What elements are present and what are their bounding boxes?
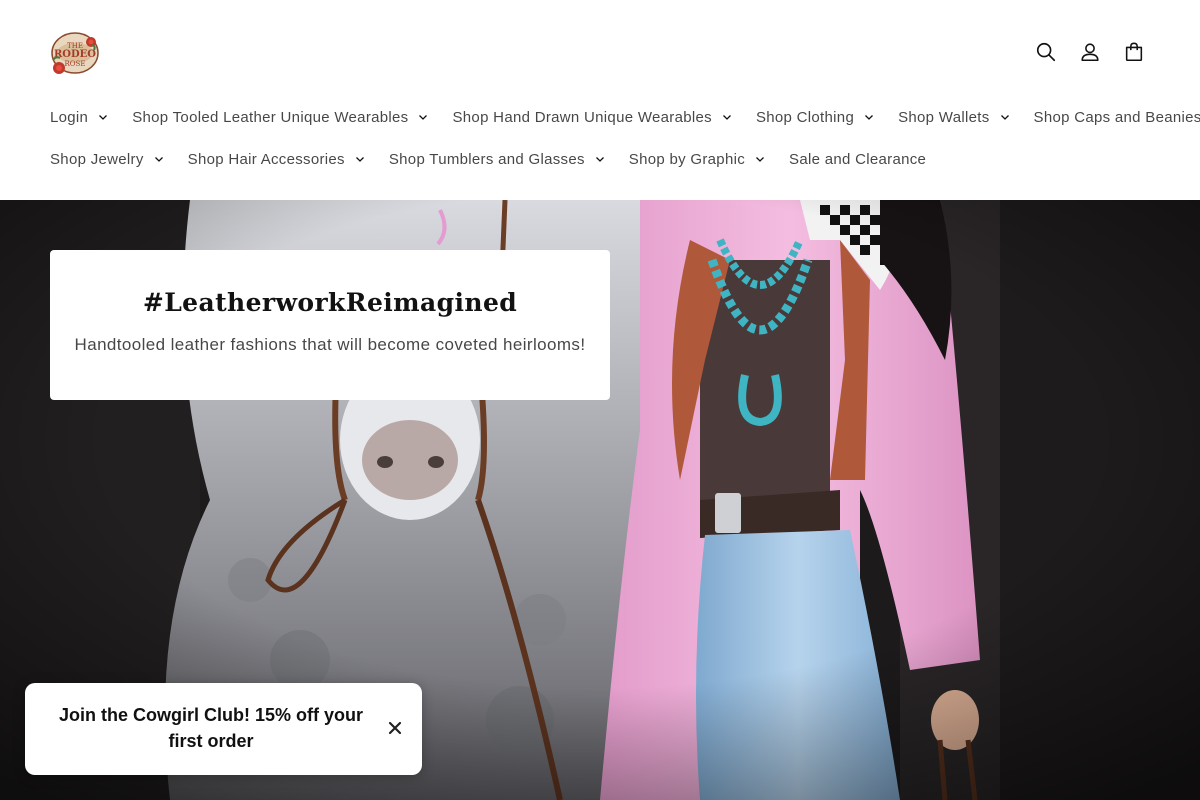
nav-item-sale-clearance[interactable]: Sale and Clearance [777,142,938,176]
chevron-down-icon [419,115,428,120]
nav-item-tumblers-glasses[interactable]: Shop Tumblers and Glasses [377,142,617,176]
svg-text:RODEO: RODEO [54,49,96,60]
chevron-down-icon [756,157,764,162]
popup-message[interactable]: Join the Cowgirl Club! 15% off your firs… [53,702,369,754]
nav-item-wallets[interactable]: Shop Wallets [886,100,1021,134]
nav-item-clothing[interactable]: Shop Clothing [744,100,886,134]
nav-item-login[interactable]: Login [38,100,120,134]
search-button[interactable] [1024,30,1068,74]
chevron-down-icon [154,157,163,162]
site-header: THE RODEO ROSE Login Shop Tooled Leather… [0,0,1200,200]
account-button[interactable] [1068,30,1112,74]
cart-icon [1125,42,1143,62]
chevron-down-icon [595,157,604,162]
popup-close-button[interactable] [382,715,408,741]
nav-item-jewelry[interactable]: Shop Jewelry [38,142,176,176]
close-icon [388,721,402,735]
nav-item-label: Shop Caps and Beanies [1033,108,1200,126]
rodeo-rose-logo-icon: THE RODEO ROSE [51,32,99,74]
nav-item-hand-drawn[interactable]: Shop Hand Drawn Unique Wearables [440,100,743,134]
nav-item-label: Shop Jewelry [50,150,144,168]
chevron-down-icon [1000,115,1009,120]
nav-item-label: Shop Clothing [755,108,855,126]
account-icon [1081,43,1099,62]
nav-item-by-graphic[interactable]: Shop by Graphic [617,142,777,176]
cart-button[interactable] [1112,30,1156,74]
nav-item-label: Shop Hair Accessories [187,150,345,168]
nav-item-tooled-leather[interactable]: Shop Tooled Leather Unique Wearables [120,100,440,134]
nav-item-label: Shop Tooled Leather Unique Wearables [132,108,409,126]
chevron-down-icon [355,157,364,162]
nav-item-label: Shop Wallets [898,108,990,126]
hero-title: #LeatherworkReimagined [142,288,518,317]
hero-subtitle: Handtooled leather fashions that will be… [74,335,586,354]
main-nav-row-2: Shop Jewelry Shop Hair Accessories Shop … [38,142,938,176]
hero-text-card: #LeatherworkReimagined Handtooled leathe… [50,250,610,400]
nav-item-label: Shop Tumblers and Glasses [388,150,585,168]
chevron-down-icon [99,115,108,120]
main-nav-row-1: Login Shop Tooled Leather Unique Wearabl… [38,100,1200,134]
nav-item-label: Shop by Graphic [628,150,746,168]
nav-item-caps-beanies[interactable]: Shop Caps and Beanies [1022,100,1200,134]
chevron-down-icon [722,115,731,120]
nav-item-label: Login [50,108,89,126]
svg-text:ROSE: ROSE [65,60,86,68]
store-logo[interactable]: THE RODEO ROSE [50,30,100,76]
search-icon [1036,42,1056,62]
chevron-down-icon [865,115,874,120]
newsletter-popup[interactable]: Join the Cowgirl Club! 15% off your firs… [25,683,422,775]
nav-item-label: Sale and Clearance [789,150,927,168]
nav-item-label: Shop Hand Drawn Unique Wearables [452,108,712,126]
nav-item-hair-accessories[interactable]: Shop Hair Accessories [176,142,377,176]
